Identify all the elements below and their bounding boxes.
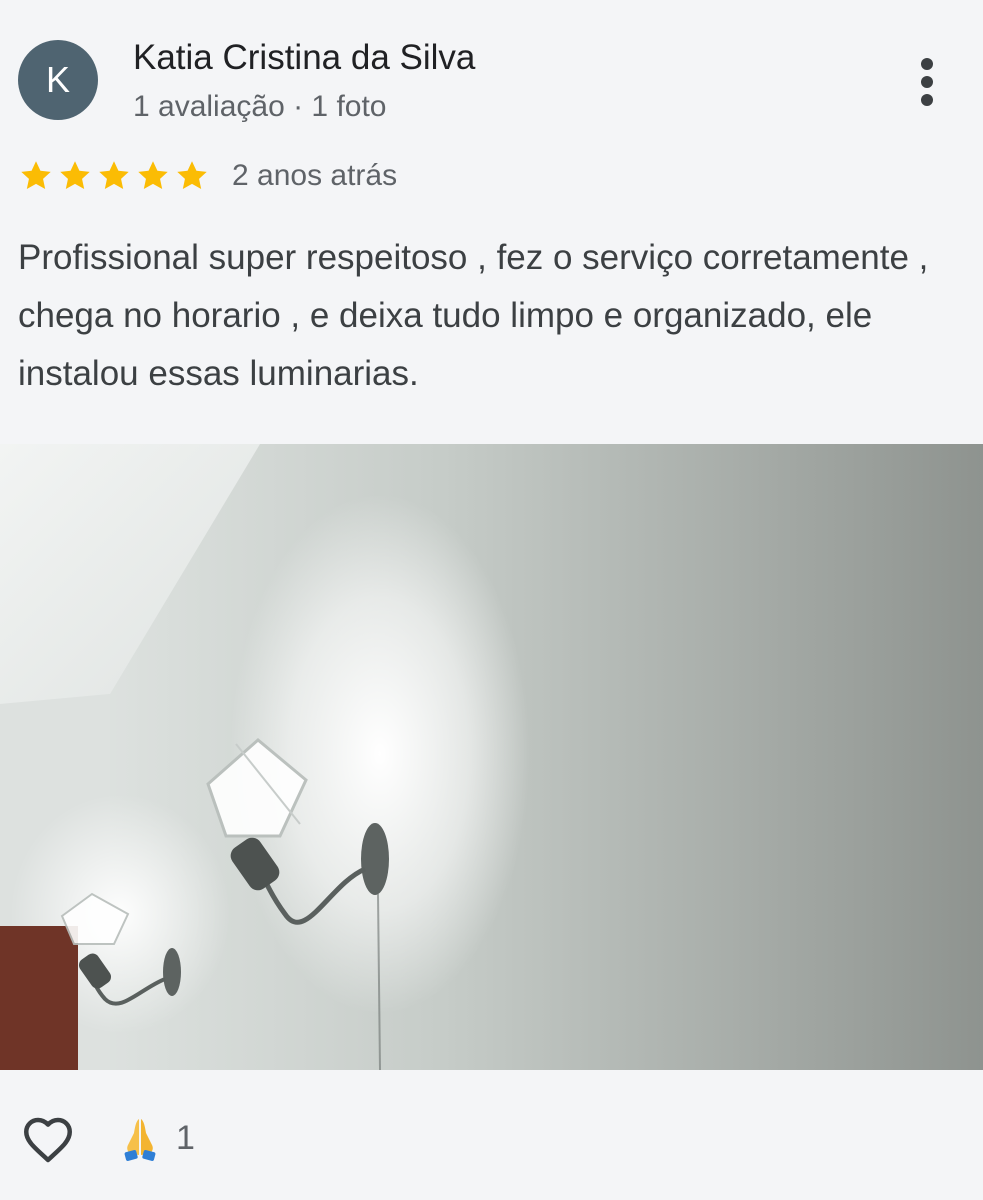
- star-icon: [135, 158, 171, 194]
- star-icon: [57, 158, 93, 194]
- avatar-initial: K: [45, 59, 70, 100]
- heart-outline-icon: [24, 1117, 72, 1163]
- review-text: Profissional super respeitoso , fez o se…: [18, 238, 929, 393]
- folded-hands-icon: [118, 1115, 162, 1161]
- review-actions: 1: [18, 1106, 195, 1170]
- star-icon: [174, 158, 210, 194]
- review-photo[interactable]: [0, 444, 983, 1070]
- rating-row: 2 anos atrás: [18, 152, 397, 200]
- like-button[interactable]: [18, 1108, 78, 1168]
- review-time: 2 anos atrás: [232, 159, 398, 192]
- avatar[interactable]: K: [18, 40, 98, 120]
- more-vert-icon: [921, 58, 933, 70]
- star-icon: [96, 158, 132, 194]
- author-name[interactable]: Katia Cristina da Silva: [133, 38, 475, 78]
- more-vert-icon-dot: [921, 76, 933, 88]
- author-meta: 1 avaliação · 1 foto: [133, 90, 387, 123]
- more-vert-icon-dot: [921, 94, 933, 106]
- reaction-button[interactable]: 1: [118, 1115, 195, 1161]
- review-card: K Katia Cristina da Silva 1 avaliação · …: [0, 0, 983, 1200]
- more-options-button[interactable]: [902, 52, 952, 112]
- star-icon: [18, 158, 54, 194]
- reaction-count: 1: [176, 1118, 195, 1157]
- star-rating: [18, 158, 210, 194]
